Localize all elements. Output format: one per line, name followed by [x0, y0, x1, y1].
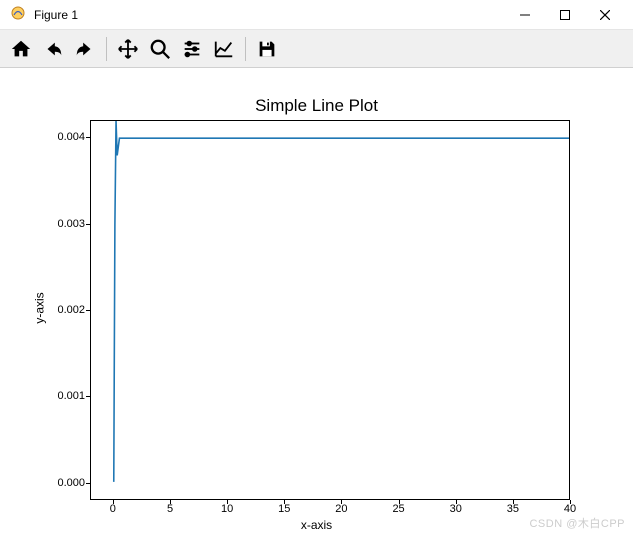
- x-tick-mark: [113, 500, 114, 504]
- x-tick-label: 25: [392, 503, 404, 515]
- toolbar-separator: [245, 37, 246, 61]
- x-tick-label: 35: [507, 503, 519, 515]
- x-tick-label: 30: [450, 503, 462, 515]
- titlebar-left: Figure 1: [10, 5, 78, 24]
- chart-axes: [90, 120, 570, 500]
- x-tick-label: 0: [110, 503, 116, 515]
- plot-area[interactable]: Simple Line Plot y-axis x-axis 0.0000.00…: [0, 68, 633, 537]
- app-icon: [10, 5, 26, 24]
- maximize-button[interactable]: [545, 1, 585, 29]
- x-tick-mark: [513, 500, 514, 504]
- x-tick-mark: [284, 500, 285, 504]
- x-tick-mark: [170, 500, 171, 504]
- x-tick-label: 40: [564, 503, 576, 515]
- home-button[interactable]: [6, 34, 36, 64]
- y-tick-mark: [86, 137, 90, 138]
- x-tick-mark: [399, 500, 400, 504]
- x-tick-mark: [341, 500, 342, 504]
- y-tick-mark: [86, 483, 90, 484]
- watermark: CSDN @木白CPP: [529, 515, 625, 531]
- zoom-button[interactable]: [145, 34, 175, 64]
- window-titlebar: Figure 1: [0, 0, 633, 30]
- y-tick-mark: [86, 310, 90, 311]
- y-tick-label: 0.003: [35, 218, 85, 230]
- y-tick-mark: [86, 224, 90, 225]
- y-tick-label: 0.001: [35, 390, 85, 402]
- minimize-button[interactable]: [505, 1, 545, 29]
- configure-subplots-button[interactable]: [177, 34, 207, 64]
- y-tick-label: 0.000: [35, 477, 85, 489]
- y-tick-label: 0.004: [35, 131, 85, 143]
- x-tick-label: 5: [167, 503, 173, 515]
- x-tick-label: 20: [335, 503, 347, 515]
- pan-button[interactable]: [113, 34, 143, 64]
- chart-line: [91, 121, 569, 499]
- chart-title: Simple Line Plot: [0, 96, 633, 116]
- back-button[interactable]: [38, 34, 68, 64]
- x-tick-label: 15: [278, 503, 290, 515]
- save-button[interactable]: [252, 34, 282, 64]
- x-tick-label: 10: [221, 503, 233, 515]
- x-tick-mark: [570, 500, 571, 504]
- y-tick-mark: [86, 396, 90, 397]
- y-tick-label: 0.002: [35, 304, 85, 316]
- window-title: Figure 1: [34, 8, 78, 22]
- toolbar: [0, 30, 633, 68]
- close-button[interactable]: [585, 1, 625, 29]
- toolbar-separator: [106, 37, 107, 61]
- x-tick-mark: [227, 500, 228, 504]
- x-tick-mark: [456, 500, 457, 504]
- forward-button[interactable]: [70, 34, 100, 64]
- window-controls: [505, 1, 625, 29]
- edit-axes-button[interactable]: [209, 34, 239, 64]
